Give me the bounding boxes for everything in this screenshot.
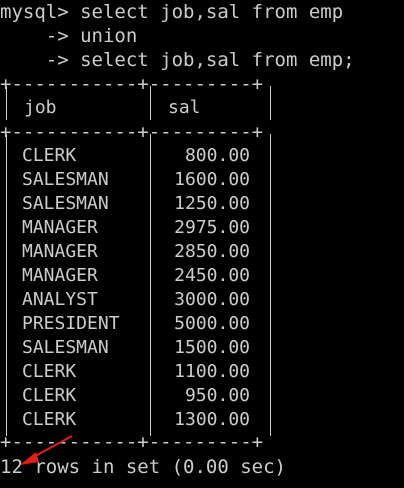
red-arrow-icon <box>20 435 73 465</box>
table-header-right-border <box>270 86 271 120</box>
command-line-3: -> select job,sal from emp; <box>0 49 355 71</box>
table-cell-job: SALESMAN <box>22 169 109 190</box>
table-cell-sal: 1250.00 <box>174 193 250 214</box>
table-cell-sal: 5000.00 <box>174 313 250 334</box>
table-cell-job: CLERK <box>22 409 77 430</box>
table-cell-sal: 2450.00 <box>174 265 250 286</box>
terminal-window[interactable]: mysql> select job,sal from emp -> union … <box>0 0 404 488</box>
table-cell-sal: 1600.00 <box>174 169 250 190</box>
table-cell-job: PRESIDENT <box>22 313 120 334</box>
table-cell-sal: 3000.00 <box>174 289 250 310</box>
table-cell-job: MANAGER <box>22 265 98 286</box>
table-header-border: +-----------+---------+ <box>0 121 264 143</box>
table-body-right-border <box>270 134 271 436</box>
table-top-border: +-----------+---------+ <box>0 73 264 95</box>
table-cell-sal: 950.00 <box>184 385 250 406</box>
command-line-2: -> union <box>0 25 138 47</box>
table-cell-job: CLERK <box>22 361 77 382</box>
table-cell-job: CLERK <box>22 385 77 406</box>
table-cell-job: MANAGER <box>22 217 98 238</box>
table-cell-sal: 1500.00 <box>174 337 250 358</box>
command-line-1: mysql> select job,sal from emp <box>0 1 344 23</box>
table-cell-sal: 1100.00 <box>174 361 250 382</box>
table-cell-job: ANALYST <box>22 289 98 310</box>
table-cell-job: CLERK <box>22 145 77 166</box>
table-cell-job: SALESMAN <box>22 193 109 214</box>
table-cell-sal: 2975.00 <box>174 217 250 238</box>
table-cell-job: SALESMAN <box>22 337 109 358</box>
column-header-job: job <box>24 97 57 118</box>
table-body-left-border <box>6 134 7 436</box>
table-header-left-border <box>6 86 7 120</box>
table-cell-sal: 2850.00 <box>174 241 250 262</box>
table-cell-job: MANAGER <box>22 241 98 262</box>
table-cell-sal: 800.00 <box>184 145 250 166</box>
table-cell-sal: 1300.00 <box>174 409 250 430</box>
table-header-mid-border <box>150 86 151 120</box>
column-header-sal: sal <box>168 97 201 118</box>
